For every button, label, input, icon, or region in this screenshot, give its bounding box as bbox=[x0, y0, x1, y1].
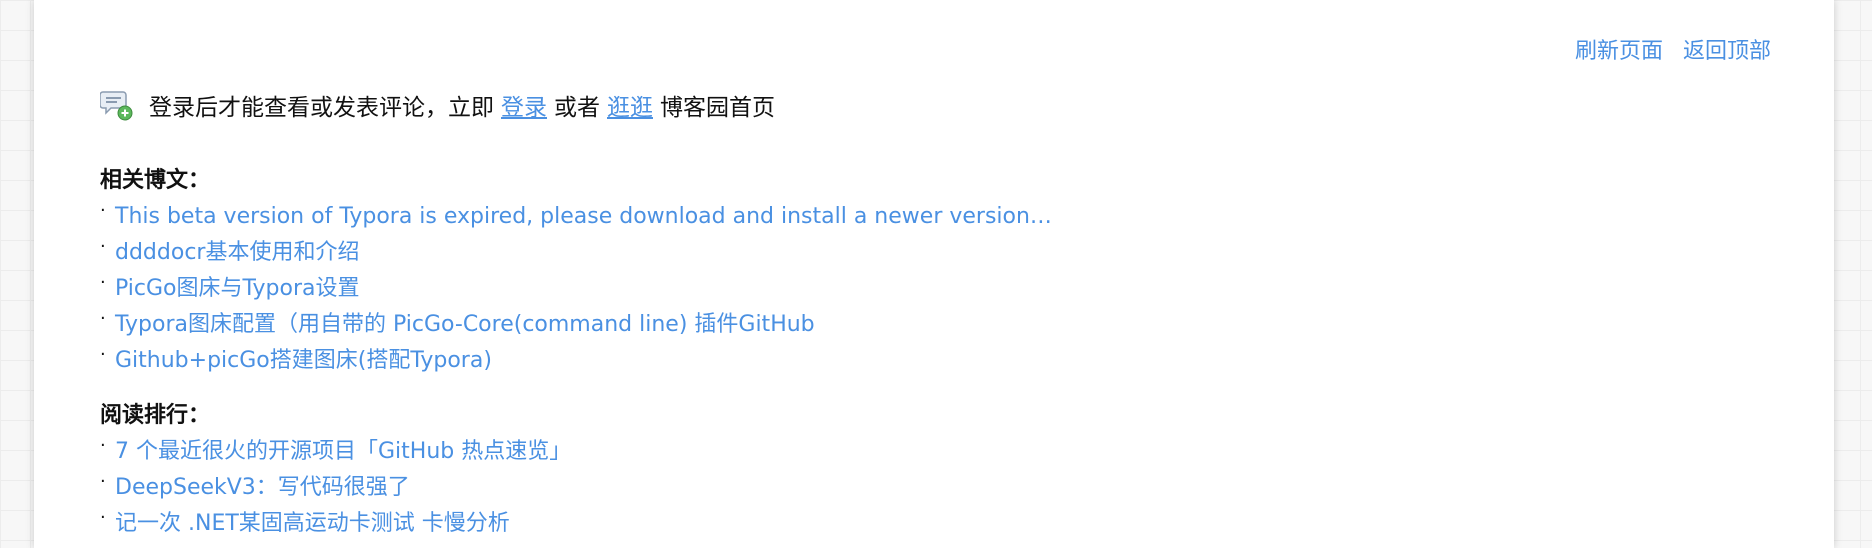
related-posts-section: 相关博文： · This beta version of Typora is ex… bbox=[100, 163, 1052, 379]
list-item: · Typora图床配置（用自带的 PicGo-Core(command line… bbox=[100, 307, 1052, 343]
bullet: · bbox=[100, 435, 106, 456]
reading-rank-link[interactable]: 记一次 .NET某固高运动卡测试 卡慢分析 bbox=[115, 506, 510, 542]
login-prompt-suffix: 博客园首页 bbox=[660, 95, 775, 121]
related-post-link[interactable]: Github+picGo搭建图床(搭配Typora) bbox=[115, 343, 492, 379]
login-prompt-prefix: 登录后才能查看或发表评论，立即 bbox=[149, 95, 494, 121]
comment-add-icon bbox=[99, 88, 134, 122]
bullet: · bbox=[100, 272, 106, 293]
list-item: · Github+picGo搭建图床(搭配Typora) bbox=[100, 343, 1052, 379]
top-links: 刷新页面 返回顶部 bbox=[1575, 33, 1771, 65]
related-post-link[interactable]: PicGo图床与Typora设置 bbox=[115, 271, 359, 307]
bullet: · bbox=[100, 471, 106, 492]
bullet: · bbox=[100, 507, 106, 528]
related-posts-title: 相关博文： bbox=[100, 168, 211, 193]
reading-rank-link[interactable]: DeepSeekV3：写代码很强了 bbox=[115, 470, 410, 506]
reading-rank-link[interactable]: 7 个最近很火的开源项目「GitHub 热点速览」 bbox=[115, 434, 571, 470]
related-post-link[interactable]: ddddocr基本使用和介绍 bbox=[115, 235, 359, 271]
list-item: · ddddocr基本使用和介绍 bbox=[100, 235, 1052, 271]
bullet: · bbox=[100, 236, 106, 257]
list-item: · PicGo图床与Typora设置 bbox=[100, 271, 1052, 307]
list-item: · This beta version of Typora is expired,… bbox=[100, 199, 1052, 235]
list-item: · 记一次 .NET某固高运动卡测试 卡慢分析 bbox=[100, 506, 571, 542]
content-panel: 刷新页面 返回顶部 登录后才能查看或发表评论，立即 登录 或者 逛逛 博客园首页… bbox=[34, 0, 1834, 548]
login-prompt-middle: 或者 bbox=[554, 95, 600, 121]
reading-rank-title: 阅读排行： bbox=[100, 403, 211, 428]
reading-rank-list: · 7 个最近很火的开源项目「GitHub 热点速览」 · DeepSeekV3：写… bbox=[100, 434, 571, 542]
browse-link[interactable]: 逛逛 bbox=[607, 88, 653, 122]
refresh-page-link[interactable]: 刷新页面 bbox=[1575, 33, 1663, 65]
bullet: · bbox=[100, 344, 106, 365]
comment-login-prompt: 登录后才能查看或发表评论，立即 登录 或者 逛逛 博客园首页 bbox=[99, 88, 775, 122]
list-item: · DeepSeekV3：写代码很强了 bbox=[100, 470, 571, 506]
related-posts-list: · This beta version of Typora is expired,… bbox=[100, 199, 1052, 379]
reading-rank-section: 阅读排行： · 7 个最近很火的开源项目「GitHub 热点速览」 · DeepSe… bbox=[100, 398, 571, 542]
related-post-link[interactable]: This beta version of Typora is expired, … bbox=[115, 199, 1052, 235]
bullet: · bbox=[100, 200, 106, 221]
bullet: · bbox=[100, 308, 106, 329]
list-item: · 7 个最近很火的开源项目「GitHub 热点速览」 bbox=[100, 434, 571, 470]
login-link[interactable]: 登录 bbox=[501, 88, 547, 122]
back-to-top-link[interactable]: 返回顶部 bbox=[1683, 33, 1771, 65]
related-post-link[interactable]: Typora图床配置（用自带的 PicGo-Core(command line)… bbox=[115, 307, 815, 343]
